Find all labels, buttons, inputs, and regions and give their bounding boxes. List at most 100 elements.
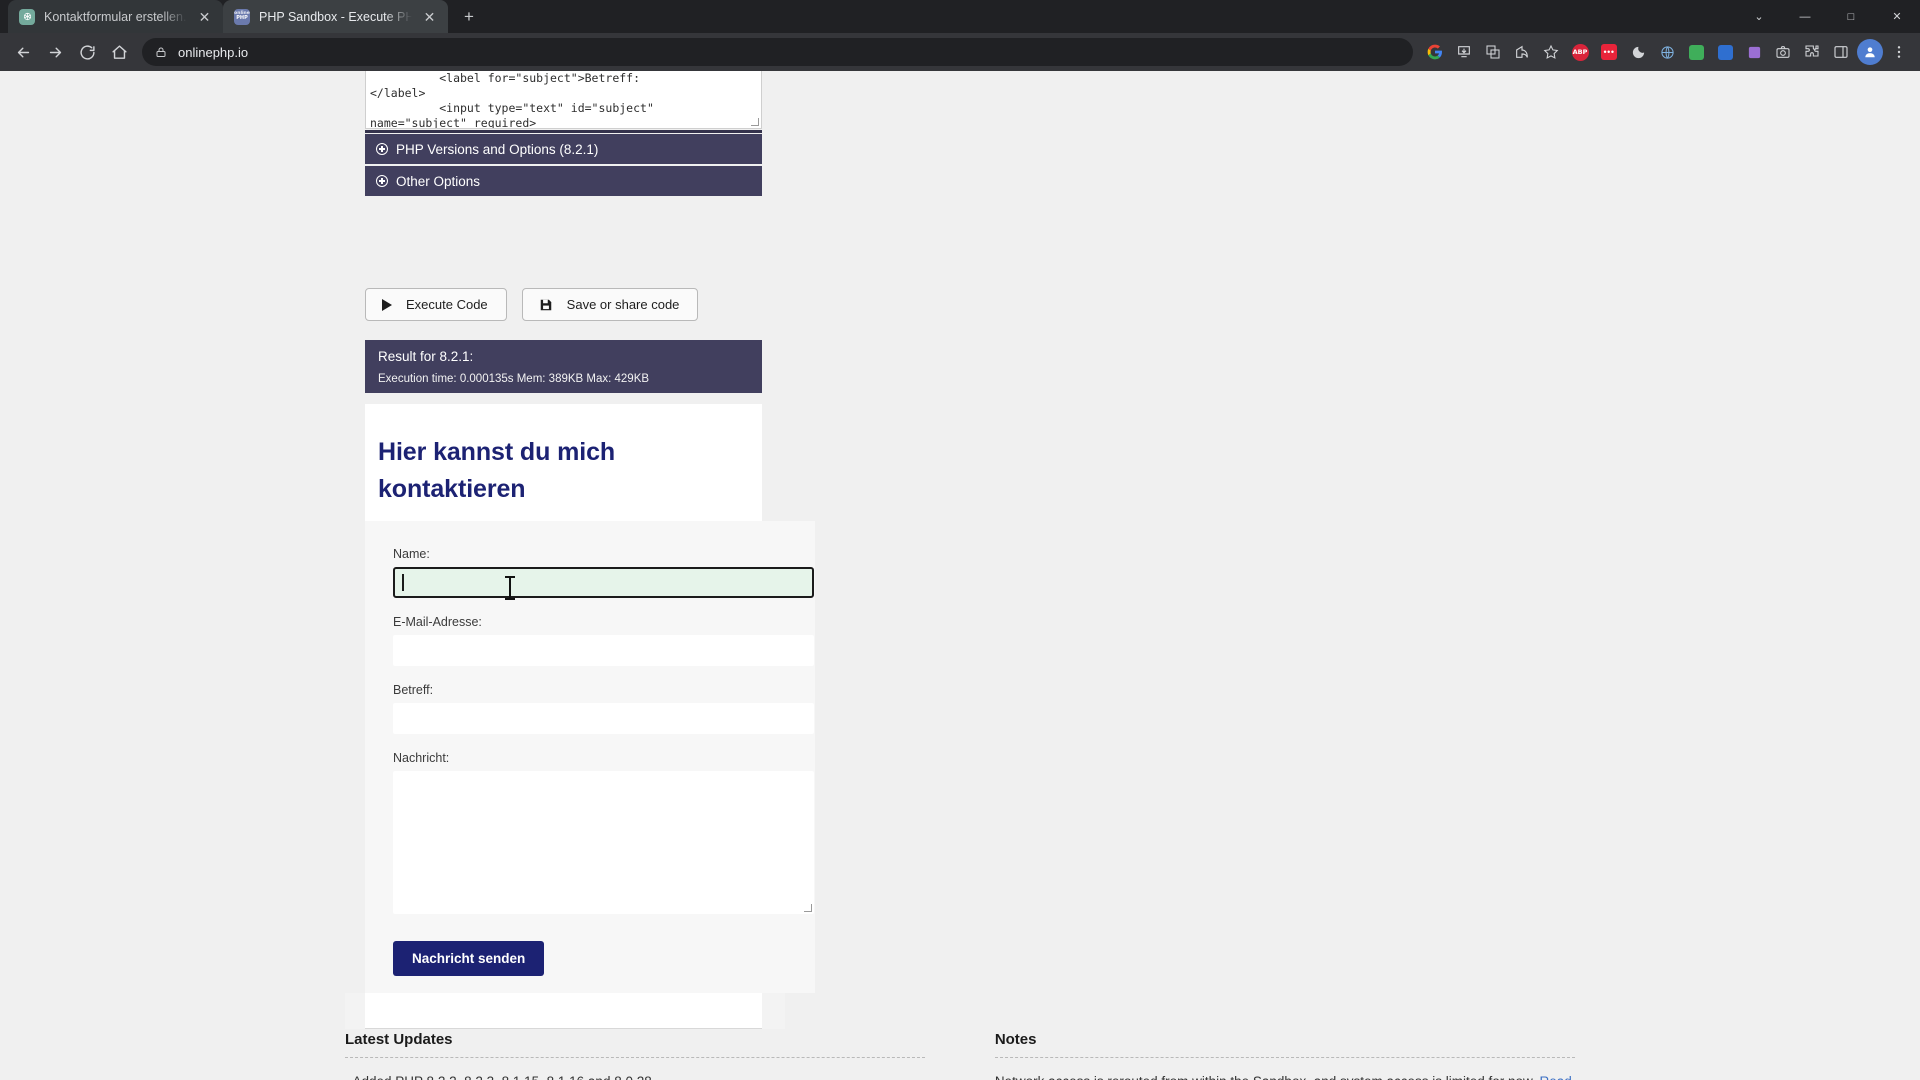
red-extension-badge: ••• <box>1601 44 1617 60</box>
subject-input[interactable] <box>393 703 814 734</box>
plus-circle-icon <box>376 175 388 187</box>
update-item-0: - Added PHP 8.2.2, 8.2.3, 8.1.15, 8.1.16… <box>345 1072 925 1080</box>
notes-section: Notes Network access is rerouted from wi… <box>994 1031 1575 1080</box>
green-extension-icon[interactable] <box>1683 39 1709 65</box>
form-field-message: Nachricht: <box>393 751 815 914</box>
browser-tab-1[interactable]: onlinePHP PHP Sandbox - Execute PHP cod … <box>223 0 448 33</box>
profile-avatar[interactable] <box>1857 39 1883 65</box>
tab-title-1: PHP Sandbox - Execute PHP cod <box>259 9 412 24</box>
dark-reader-icon[interactable] <box>1625 39 1651 65</box>
message-textarea[interactable] <box>393 771 814 914</box>
code-editor[interactable]: <label for="subject">Betreff: </label> <… <box>365 71 762 129</box>
other-options-accordion[interactable]: Other Options <box>365 166 762 196</box>
camera-icon[interactable] <box>1770 39 1796 65</box>
forward-icon[interactable] <box>40 37 70 67</box>
extensions-strip: ABP ••• <box>1422 39 1912 65</box>
form-bottom-border <box>365 993 762 1029</box>
other-options-label: Other Options <box>396 173 481 189</box>
purple-extension-icon[interactable] <box>1741 39 1767 65</box>
editor-resize-handle[interactable] <box>751 118 759 126</box>
form-field-subject: Betreff: <box>393 683 815 734</box>
action-button-row: Execute Code Save or share code <box>365 288 699 321</box>
adblock-plus-icon[interactable]: ABP <box>1567 39 1593 65</box>
kebab-menu-icon[interactable] <box>1886 39 1912 65</box>
reload-icon[interactable] <box>72 37 102 67</box>
code-line-3: name="subject" required> <box>370 116 537 129</box>
form-field-name: Name: <box>393 547 815 598</box>
lock-icon <box>155 46 167 58</box>
home-icon[interactable] <box>104 37 134 67</box>
execution-stats: Execution time: 0.000135s Mem: 389KB Max… <box>378 373 650 385</box>
abp-badge: ABP <box>1571 43 1589 61</box>
notes-title: Notes <box>994 1031 1575 1058</box>
tab-search-chevron-icon[interactable]: ⌄ <box>1736 0 1782 33</box>
translate-icon[interactable] <box>1480 39 1506 65</box>
code-line-1: </label> <box>370 86 426 100</box>
sidebar-icon[interactable] <box>1828 39 1854 65</box>
submit-button[interactable]: Nachricht senden <box>393 941 545 976</box>
email-label: E-Mail-Adresse: <box>393 615 482 629</box>
php-versions-accordion[interactable]: PHP Versions and Options (8.2.1) <box>365 134 762 164</box>
blue-extension-icon[interactable] <box>1712 39 1738 65</box>
play-icon <box>382 298 392 311</box>
blue-badge <box>1717 44 1733 60</box>
back-icon[interactable] <box>8 37 38 67</box>
close-window-button[interactable]: ✕ <box>1874 0 1920 33</box>
google-icon[interactable] <box>1422 39 1448 65</box>
result-header: Result for 8.2.1: Execution time: 0.0001… <box>365 340 762 393</box>
text-caret <box>402 574 404 591</box>
execute-code-button[interactable]: Execute Code <box>365 288 507 321</box>
code-line-0: <label for="subject">Betreff: <box>370 71 641 85</box>
address-bar[interactable]: onlinephp.io <box>142 38 1413 66</box>
notes-paragraph: Network access is rerouted from within t… <box>995 1072 1575 1080</box>
name-label: Name: <box>393 547 430 561</box>
execute-code-label: Execute Code <box>406 297 488 312</box>
plus-circle-icon <box>376 143 388 155</box>
maximize-button[interactable]: □ <box>1828 0 1874 33</box>
text-cursor-pointer <box>505 576 515 600</box>
textarea-resize-handle[interactable] <box>804 904 812 912</box>
latest-updates-section: Latest Updates - Added PHP 8.2.2, 8.2.3,… <box>345 1031 926 1080</box>
red-extension-icon[interactable]: ••• <box>1596 39 1622 65</box>
result-title: Result for 8.2.1: <box>378 349 474 364</box>
tab-title-0: Kontaktformular erstellen. <box>44 9 187 24</box>
form-field-email: E-Mail-Adresse: <box>393 615 815 666</box>
message-label: Nachricht: <box>393 751 450 765</box>
avatar-initial <box>1857 39 1883 65</box>
output-heading: Hier kannst du mich kontaktieren <box>378 438 616 503</box>
save-or-share-label: Save or share code <box>566 297 680 312</box>
green-badge <box>1688 44 1704 60</box>
url-text: onlinephp.io <box>178 44 249 60</box>
notes-text-part-1: Network access is rerouted from within t… <box>995 1074 1540 1080</box>
result-output: Hier kannst du mich kontaktieren <box>365 404 762 522</box>
code-line-2: <input type="text" id="subject" <box>370 101 654 115</box>
email-input[interactable] <box>393 635 814 666</box>
footer-gap <box>925 1031 995 1080</box>
floppy-disk-icon <box>539 298 553 312</box>
browser-window: Kontaktformular erstellen. ✕ online PHP P… <box>0 0 1920 1080</box>
globe-extension-icon[interactable] <box>1654 39 1680 65</box>
subject-label: Betreff: <box>393 683 434 697</box>
install-app-icon[interactable] <box>1451 39 1477 65</box>
share-icon[interactable] <box>1509 39 1535 65</box>
puzzle-extensions-icon[interactable] <box>1799 39 1825 65</box>
php-versions-label: PHP Versions and Options (8.2.1) <box>396 141 599 157</box>
browser-tab-0[interactable]: Kontaktformular erstellen. ✕ <box>8 0 223 33</box>
contact-form: Name: E-Mail-Adresse: Betreff: Nachricht… <box>365 521 815 993</box>
bookmark-star-icon[interactable] <box>1538 39 1564 65</box>
tab-strip: Kontaktformular erstellen. ✕ online PHP P… <box>0 0 1920 33</box>
tab-close-icon-0[interactable]: ✕ <box>196 8 213 25</box>
tab-close-icon-1[interactable]: ✕ <box>421 8 438 25</box>
browser-toolbar: onlinephp.io ABP ••• <box>0 33 1920 71</box>
options-divider <box>365 130 762 133</box>
name-input[interactable] <box>393 567 814 598</box>
page-footer: Latest Updates - Added PHP 8.2.2, 8.2.3,… <box>0 1031 1920 1080</box>
chatgpt-icon <box>19 8 35 25</box>
page-viewport: <label for="subject">Betreff: </label> <… <box>0 71 1920 1080</box>
latest-updates-title: Latest Updates <box>345 1031 926 1058</box>
save-or-share-button[interactable]: Save or share code <box>521 288 699 321</box>
window-controls: ⌄ — □ ✕ <box>1736 0 1920 33</box>
new-tab-button[interactable]: + <box>455 2 483 30</box>
php-icon: online PHP <box>234 8 250 25</box>
minimize-button[interactable]: — <box>1782 0 1828 33</box>
